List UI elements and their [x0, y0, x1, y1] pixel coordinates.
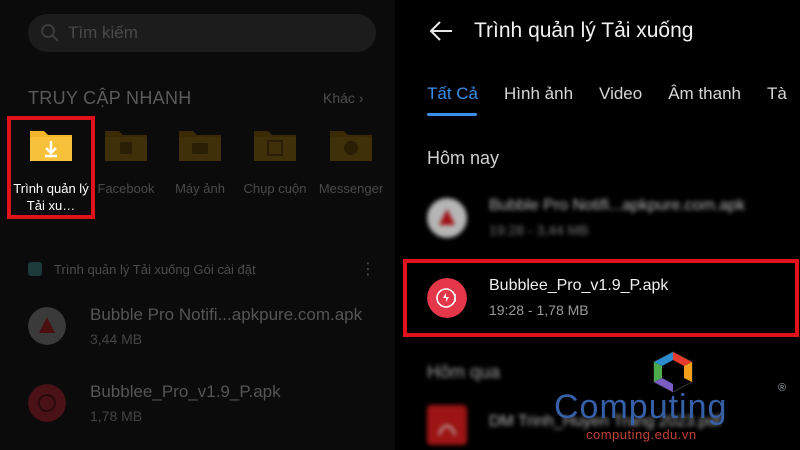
list-item[interactable]: Bubble Pro Notifi...apkpure.com.apk 19:2… [427, 197, 787, 238]
quick-access-messenger[interactable]: Messenger [311, 125, 391, 197]
tab-video[interactable]: Video [599, 84, 642, 104]
watermark: Computing ® computing.edu.vn [552, 350, 792, 445]
quick-access-camera[interactable]: Máy ảnh [160, 125, 240, 197]
quick-access-screenshots[interactable]: Chụp cuộn [235, 125, 315, 197]
page-title: Trình quản lý Tải xuống [474, 19, 694, 42]
more-label: Khác [323, 90, 355, 106]
watermark-registered: ® [778, 382, 787, 394]
tab-all[interactable]: Tất Cả [427, 84, 478, 104]
back-arrow-icon[interactable] [428, 18, 454, 44]
more-options-icon[interactable]: ⋮ [360, 259, 376, 279]
search-bar[interactable] [28, 14, 376, 52]
list-item[interactable]: Bubble Pro Notifi...apkpure.com.apk 3,44… [28, 305, 388, 347]
quick-access-facebook[interactable]: Facebook [86, 125, 166, 197]
highlight-box [7, 116, 95, 219]
tab-documents[interactable]: Tà [767, 84, 787, 104]
highlight-box [403, 259, 799, 337]
screenshot-folder-icon [254, 131, 296, 161]
apk-file-icon [28, 384, 66, 422]
file-name: Bubble Pro Notifi...apkpure.com.apk [90, 305, 363, 324]
file-name: Bubble Pro Notifi...apkpure.com.apk [489, 197, 746, 214]
pdf-file-icon [427, 405, 467, 445]
tab-images[interactable]: Hình ảnh [504, 84, 573, 104]
tab-audio[interactable]: Âm thanh [668, 84, 741, 104]
camera-folder-icon [179, 131, 221, 161]
watermark-brand: Computing [554, 388, 728, 426]
section-icon [28, 262, 42, 276]
group-label-today: Hôm nay [427, 148, 500, 168]
file-manager-panel: TRUY CẬP NHANH Khác › Trình quản lý Tải … [0, 0, 395, 450]
messenger-folder-icon [330, 131, 372, 161]
list-item[interactable]: Bubblee_Pro_v1.9_P.apk 1,78 MB [28, 382, 388, 424]
bubble-app-icon [28, 307, 66, 345]
top-bar: Trình quản lý Tải xuống [428, 18, 693, 44]
group-label-yesterday: Hôm qua [427, 362, 501, 382]
active-tab-indicator [427, 113, 477, 116]
chevron-right-icon: › [358, 90, 364, 106]
section-label: Trình quản lý Tải xuống Gói cài đặt [54, 261, 256, 277]
downloads-section-header: Trình quản lý Tải xuống Gói cài đặt ⋮ [28, 259, 376, 279]
tab-bar: Tất Cả Hình ảnh Video Âm thanh Tà [427, 84, 787, 104]
file-name: Bubblee_Pro_v1.9_P.apk [90, 382, 281, 401]
quick-access-label: Messenger [318, 181, 384, 196]
search-icon [41, 24, 59, 42]
quick-access-label: Chụp cuộn [243, 181, 307, 196]
file-size: 1,78 MB [90, 408, 143, 424]
quick-access-label: Máy ảnh [175, 181, 225, 196]
file-size: 3,44 MB [90, 331, 143, 347]
search-input[interactable] [68, 23, 348, 43]
file-meta: 19:28 - 3,44 MB [489, 222, 589, 238]
quick-access-more-link[interactable]: Khác › [323, 90, 364, 106]
facebook-folder-icon [105, 131, 147, 161]
quick-access-label: Facebook [97, 181, 155, 196]
watermark-site: computing.edu.vn [586, 427, 697, 442]
bubble-app-icon [427, 197, 467, 238]
quick-access-title: TRUY CẬP NHANH [28, 88, 192, 108]
